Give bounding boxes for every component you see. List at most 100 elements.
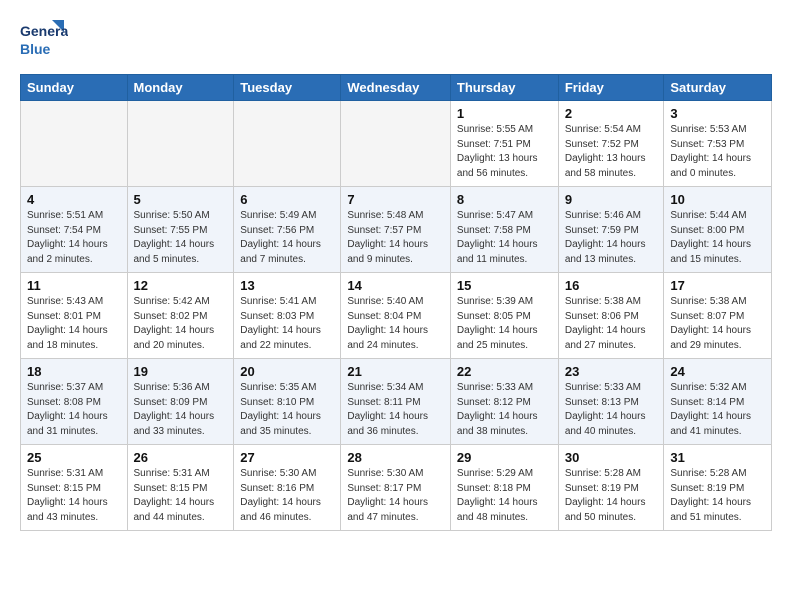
day-info: Sunrise: 5:40 AM Sunset: 8:04 PM Dayligh…	[347, 295, 444, 353]
day-number: 24	[670, 364, 765, 379]
day-info: Sunrise: 5:31 AM Sunset: 8:15 PM Dayligh…	[27, 467, 121, 525]
day-info: Sunrise: 5:44 AM Sunset: 8:00 PM Dayligh…	[670, 209, 765, 267]
day-number: 30	[565, 450, 658, 465]
day-cell: 1Sunrise: 5:55 AM Sunset: 7:51 PM Daylig…	[450, 101, 558, 187]
day-cell: 5 Sunrise: 5:50 AM Sunset: 7:55 PM Daylig…	[127, 187, 234, 273]
day-info: Sunrise: 5:30 AM Sunset: 8:16 PM Dayligh…	[240, 467, 334, 525]
day-cell: 10 Sunrise: 5:44 AM Sunset: 8:00 PM Dayli…	[664, 187, 772, 273]
day-cell: 8 Sunrise: 5:47 AM Sunset: 7:58 PM Daylig…	[450, 187, 558, 273]
day-cell	[234, 101, 341, 187]
day-info: Sunrise: 5:53 AM Sunset: 7:53 PM Dayligh…	[670, 123, 765, 181]
day-info: Sunrise: 5:34 AM Sunset: 8:11 PM Dayligh…	[347, 381, 444, 439]
day-cell: 13 Sunrise: 5:41 AM Sunset: 8:03 PM Dayli…	[234, 273, 341, 359]
day-info: Sunrise: 5:33 AM Sunset: 8:13 PM Dayligh…	[565, 381, 658, 439]
day-number: 3	[670, 106, 765, 121]
day-cell: 9 Sunrise: 5:46 AM Sunset: 7:59 PM Daylig…	[558, 187, 664, 273]
day-number: 8	[457, 192, 552, 207]
weekday-header-thursday: Thursday	[450, 75, 558, 101]
day-cell	[21, 101, 128, 187]
day-cell	[127, 101, 234, 187]
day-number: 27	[240, 450, 334, 465]
day-info: Sunrise: 5:48 AM Sunset: 7:57 PM Dayligh…	[347, 209, 444, 267]
calendar: SundayMondayTuesdayWednesdayThursdayFrid…	[20, 74, 772, 531]
day-info: Sunrise: 5:31 AM Sunset: 8:15 PM Dayligh…	[134, 467, 228, 525]
day-cell: 24 Sunrise: 5:32 AM Sunset: 8:14 PM Dayli…	[664, 359, 772, 445]
header: GeneralBlue	[20, 16, 772, 62]
weekday-header-friday: Friday	[558, 75, 664, 101]
weekday-header-sunday: Sunday	[21, 75, 128, 101]
weekday-header-monday: Monday	[127, 75, 234, 101]
day-number: 9	[565, 192, 658, 207]
day-number: 20	[240, 364, 334, 379]
day-info: Sunrise: 5:55 AM Sunset: 7:51 PM Dayligh…	[457, 123, 552, 181]
day-number: 7	[347, 192, 444, 207]
day-number: 15	[457, 278, 552, 293]
weekday-header-wednesday: Wednesday	[341, 75, 451, 101]
day-number: 26	[134, 450, 228, 465]
day-cell: 26 Sunrise: 5:31 AM Sunset: 8:15 PM Dayli…	[127, 445, 234, 531]
day-info: Sunrise: 5:38 AM Sunset: 8:06 PM Dayligh…	[565, 295, 658, 353]
day-cell: 18Sunrise: 5:37 AM Sunset: 8:08 PM Dayli…	[21, 359, 128, 445]
day-info: Sunrise: 5:50 AM Sunset: 7:55 PM Dayligh…	[134, 209, 228, 267]
day-cell: 21Sunrise: 5:34 AM Sunset: 8:11 PM Dayli…	[341, 359, 451, 445]
day-cell	[341, 101, 451, 187]
day-cell: 6 Sunrise: 5:49 AM Sunset: 7:56 PM Daylig…	[234, 187, 341, 273]
day-number: 2	[565, 106, 658, 121]
day-cell: 29 Sunrise: 5:29 AM Sunset: 8:18 PM Dayli…	[450, 445, 558, 531]
day-cell: 27 Sunrise: 5:30 AM Sunset: 8:16 PM Dayli…	[234, 445, 341, 531]
day-number: 4	[27, 192, 121, 207]
day-number: 5	[134, 192, 228, 207]
day-info: Sunrise: 5:35 AM Sunset: 8:10 PM Dayligh…	[240, 381, 334, 439]
day-cell: 3 Sunrise: 5:53 AM Sunset: 7:53 PM Daylig…	[664, 101, 772, 187]
day-info: Sunrise: 5:29 AM Sunset: 8:18 PM Dayligh…	[457, 467, 552, 525]
day-number: 10	[670, 192, 765, 207]
day-number: 25	[27, 450, 121, 465]
day-cell: 22Sunrise: 5:33 AM Sunset: 8:12 PM Dayli…	[450, 359, 558, 445]
day-number: 22	[457, 364, 552, 379]
day-cell: 12Sunrise: 5:42 AM Sunset: 8:02 PM Dayli…	[127, 273, 234, 359]
svg-text:Blue: Blue	[20, 41, 51, 57]
day-cell: 19Sunrise: 5:36 AM Sunset: 8:09 PM Dayli…	[127, 359, 234, 445]
week-row-3: 11 Sunrise: 5:43 AM Sunset: 8:01 PM Dayli…	[21, 273, 772, 359]
day-number: 16	[565, 278, 658, 293]
day-info: Sunrise: 5:47 AM Sunset: 7:58 PM Dayligh…	[457, 209, 552, 267]
day-info: Sunrise: 5:38 AM Sunset: 8:07 PM Dayligh…	[670, 295, 765, 353]
day-cell: 4Sunrise: 5:51 AM Sunset: 7:54 PM Daylig…	[21, 187, 128, 273]
day-number: 6	[240, 192, 334, 207]
day-info: Sunrise: 5:42 AM Sunset: 8:02 PM Dayligh…	[134, 295, 228, 353]
day-number: 18	[27, 364, 121, 379]
weekday-header-tuesday: Tuesday	[234, 75, 341, 101]
day-cell: 20 Sunrise: 5:35 AM Sunset: 8:10 PM Dayli…	[234, 359, 341, 445]
day-cell: 28Sunrise: 5:30 AM Sunset: 8:17 PM Dayli…	[341, 445, 451, 531]
day-info: Sunrise: 5:32 AM Sunset: 8:14 PM Dayligh…	[670, 381, 765, 439]
day-number: 14	[347, 278, 444, 293]
day-cell: 2 Sunrise: 5:54 AM Sunset: 7:52 PM Daylig…	[558, 101, 664, 187]
day-cell: 25 Sunrise: 5:31 AM Sunset: 8:15 PM Dayli…	[21, 445, 128, 531]
day-info: Sunrise: 5:28 AM Sunset: 8:19 PM Dayligh…	[565, 467, 658, 525]
day-number: 23	[565, 364, 658, 379]
day-cell: 7 Sunrise: 5:48 AM Sunset: 7:57 PM Daylig…	[341, 187, 451, 273]
day-number: 13	[240, 278, 334, 293]
logo: GeneralBlue	[20, 16, 68, 62]
day-info: Sunrise: 5:49 AM Sunset: 7:56 PM Dayligh…	[240, 209, 334, 267]
day-cell: 14 Sunrise: 5:40 AM Sunset: 8:04 PM Dayli…	[341, 273, 451, 359]
week-row-2: 4Sunrise: 5:51 AM Sunset: 7:54 PM Daylig…	[21, 187, 772, 273]
day-number: 31	[670, 450, 765, 465]
day-cell: 31 Sunrise: 5:28 AM Sunset: 8:19 PM Dayli…	[664, 445, 772, 531]
logo-container: GeneralBlue	[20, 16, 68, 62]
day-number: 11	[27, 278, 121, 293]
day-info: Sunrise: 5:43 AM Sunset: 8:01 PM Dayligh…	[27, 295, 121, 353]
day-number: 29	[457, 450, 552, 465]
week-row-4: 18Sunrise: 5:37 AM Sunset: 8:08 PM Dayli…	[21, 359, 772, 445]
day-info: Sunrise: 5:41 AM Sunset: 8:03 PM Dayligh…	[240, 295, 334, 353]
day-info: Sunrise: 5:28 AM Sunset: 8:19 PM Dayligh…	[670, 467, 765, 525]
day-cell: 23 Sunrise: 5:33 AM Sunset: 8:13 PM Dayli…	[558, 359, 664, 445]
day-info: Sunrise: 5:54 AM Sunset: 7:52 PM Dayligh…	[565, 123, 658, 181]
day-info: Sunrise: 5:30 AM Sunset: 8:17 PM Dayligh…	[347, 467, 444, 525]
day-cell: 15 Sunrise: 5:39 AM Sunset: 8:05 PM Dayli…	[450, 273, 558, 359]
week-row-5: 25 Sunrise: 5:31 AM Sunset: 8:15 PM Dayli…	[21, 445, 772, 531]
day-info: Sunrise: 5:46 AM Sunset: 7:59 PM Dayligh…	[565, 209, 658, 267]
day-number: 17	[670, 278, 765, 293]
day-info: Sunrise: 5:39 AM Sunset: 8:05 PM Dayligh…	[457, 295, 552, 353]
day-cell: 30 Sunrise: 5:28 AM Sunset: 8:19 PM Dayli…	[558, 445, 664, 531]
